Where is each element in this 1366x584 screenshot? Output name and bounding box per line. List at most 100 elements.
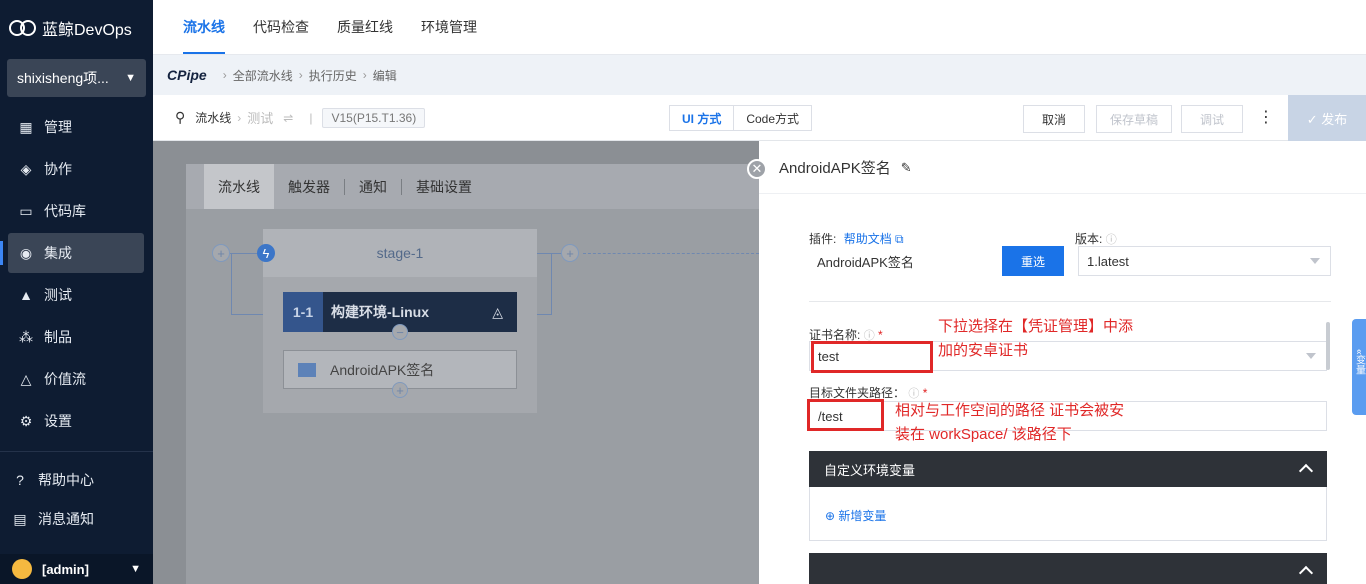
version-value: 1.latest — [1087, 253, 1129, 269]
plugin-name-field: AndroidAPK签名 — [809, 246, 1002, 276]
canvas-tab-pipeline[interactable]: 流水线 — [204, 164, 274, 209]
stage-title[interactable]: stage-1 — [263, 229, 537, 277]
info-icon[interactable]: ⓘ — [1106, 234, 1117, 246]
external-link-icon[interactable]: ⧉ — [895, 232, 904, 246]
version-chip[interactable]: V15(P15.T1.36) — [322, 107, 426, 128]
version-select[interactable]: 1.latest — [1078, 246, 1331, 276]
reselect-button[interactable]: 重选 — [1002, 246, 1064, 276]
dropdown-arrow-icon — [1310, 258, 1320, 264]
canvas-tab-notice[interactable]: 通知 — [345, 177, 401, 197]
integration-icon: ◉ — [19, 244, 33, 261]
connector-line — [231, 253, 232, 315]
brand-logo[interactable]: 蓝鲸DevOps — [0, 0, 153, 55]
sidebar-item-manage[interactable]: ▦ 管理 — [8, 107, 144, 147]
lightning-icon[interactable]: ϟ — [257, 244, 275, 262]
panel-scrollbar[interactable] — [1326, 322, 1330, 370]
toolbar-pipeline-link[interactable]: 流水线 — [195, 109, 231, 126]
annotation-text: 相对与工作空间的路径 证书会被安 — [895, 402, 1125, 419]
chevron-up-icon — [1298, 565, 1314, 581]
cpipe-logo[interactable]: CPipe — [167, 67, 207, 83]
edit-icon[interactable]: ✎ — [901, 160, 912, 176]
bluking-logo-icon — [9, 19, 36, 36]
mode-ui-button[interactable]: UI 方式 — [670, 106, 733, 130]
step-label: AndroidAPK签名 — [330, 361, 435, 378]
canvas-tab-settings[interactable]: 基础设置 — [402, 177, 486, 197]
chevron-right-icon: › — [298, 68, 303, 82]
help-center-link[interactable]: ? 帮助中心 — [12, 470, 94, 490]
project-selector[interactable]: shixisheng项... ▼ — [7, 59, 146, 97]
debug-button[interactable]: 调试 — [1181, 105, 1243, 133]
code-icon: ▭ — [19, 202, 33, 219]
mode-code-button[interactable]: Code方式 — [733, 106, 811, 130]
env-section-title: 自定义环境变量 — [824, 462, 916, 478]
panel-divider — [759, 193, 1366, 194]
breadcrumb-edit: 编辑 — [372, 68, 397, 83]
sidebar-item-label: 管理 — [44, 119, 72, 135]
toolbar-divider: | — [309, 110, 313, 125]
chevron-up-icon — [1298, 463, 1314, 479]
sidebar-item-label: 代码库 — [44, 203, 86, 219]
help-doc-link[interactable]: 帮助文档 — [844, 232, 892, 246]
variables-side-tab[interactable]: «变量 — [1352, 319, 1366, 415]
tab-code-check[interactable]: 代码检查 — [253, 0, 309, 54]
tab-pipeline[interactable]: 流水线 — [183, 0, 225, 54]
breadcrumb-history[interactable]: 执行历史 — [309, 67, 357, 84]
tab-quality-gate[interactable]: 质量红线 — [337, 0, 393, 54]
env-section-header[interactable]: 自定义环境变量 — [809, 451, 1327, 487]
sidebar-item-label: 测试 — [44, 287, 72, 303]
plugin-icon — [298, 362, 316, 377]
job-label: 构建环境-Linux — [331, 304, 429, 320]
grid-icon: ▦ — [19, 118, 33, 135]
breadcrumb: CPipe › 全部流水线 › 执行历史 › 编辑 — [153, 55, 1366, 95]
add-stage-right-icon[interactable]: + — [561, 244, 579, 262]
annotation-box — [811, 341, 933, 373]
notice-link[interactable]: ▤ 消息通知 — [12, 509, 94, 529]
breadcrumb-all-pipelines[interactable]: 全部流水线 — [233, 67, 293, 84]
artifact-icon: ⁂ — [19, 328, 33, 345]
cert-label: 证书名称: — [809, 328, 861, 342]
message-icon: ▤ — [13, 510, 27, 527]
sidebar-item-artifact[interactable]: ⁂ 制品 — [8, 317, 144, 357]
collapse-icon[interactable]: − — [392, 324, 408, 340]
close-icon[interactable]: ✕ — [747, 159, 767, 179]
annotation-note-path: 相对与工作空间的路径 证书会被安 装在 workSpace/ 该路径下 — [895, 399, 1124, 447]
save-draft-button[interactable]: 保存草稿 — [1096, 105, 1172, 133]
gear-icon: ⚙ — [19, 412, 33, 429]
sidebar-item-integration[interactable]: ◉ 集成 — [0, 233, 144, 273]
plugin-label-row: 插件: 帮助文档 ⧉ — [809, 230, 904, 247]
add-step-icon[interactable]: + — [392, 382, 408, 398]
canvas-tab-trigger[interactable]: 触发器 — [274, 177, 344, 197]
sidebar-item-collaborate[interactable]: ◈ 协作 — [8, 149, 144, 189]
linux-icon: ◬ — [492, 303, 503, 320]
user-menu[interactable]: [admin] ▼ — [0, 554, 153, 584]
version-label: 版本: — [1075, 232, 1103, 246]
mode-switch: UI 方式 Code方式 — [669, 105, 813, 131]
canvas-tabs: 流水线 触发器 通知 基础设置 — [186, 164, 792, 209]
flask-icon: ▲ — [19, 287, 33, 303]
add-variable-link[interactable]: ⊕ 新增变量 — [825, 509, 886, 523]
sidebar-item-settings[interactable]: ⚙ 设置 — [8, 401, 144, 441]
dropdown-arrow-icon — [1306, 353, 1316, 359]
sidebar-item-label: 协作 — [44, 161, 72, 177]
next-section-header[interactable] — [809, 553, 1327, 584]
publish-button[interactable]: ✓ 发布 — [1288, 95, 1366, 141]
pipeline-icon: ⚲ — [175, 109, 186, 125]
switch-icon[interactable]: ⇌ — [283, 111, 293, 125]
side-tab-label: «变量 — [1353, 349, 1365, 375]
annotation-text: 下拉选择在【凭证管理】中添 — [938, 318, 1134, 335]
annotation-note-cert: 下拉选择在【凭证管理】中添 加的安卓证书 — [938, 315, 1133, 363]
more-icon[interactable]: ⋮ — [1258, 107, 1274, 127]
help-circle-icon: ? — [16, 472, 24, 488]
chevron-right-icon: › — [222, 68, 227, 82]
dashed-connector — [583, 253, 759, 254]
sidebar-item-value-stream[interactable]: △ 价值流 — [8, 359, 144, 399]
sidebar-item-code[interactable]: ▭ 代码库 — [8, 191, 144, 231]
cancel-button[interactable]: 取消 — [1023, 105, 1085, 133]
project-name: shixisheng项... — [17, 70, 109, 86]
tab-environment[interactable]: 环境管理 — [421, 0, 477, 54]
annotation-text: 加的安卓证书 — [938, 342, 1029, 359]
add-stage-left-icon[interactable]: + — [212, 244, 230, 262]
notice-label: 消息通知 — [38, 511, 94, 527]
sidebar-item-test[interactable]: ▲ 测试 — [8, 275, 144, 315]
connector-line — [551, 253, 552, 315]
